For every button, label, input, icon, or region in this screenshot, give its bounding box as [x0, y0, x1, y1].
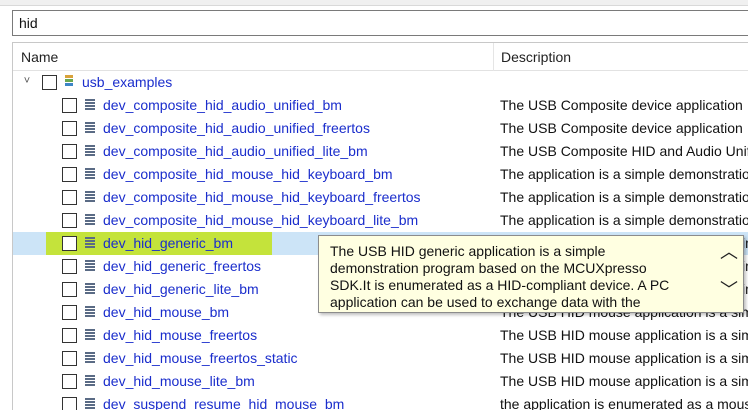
- tooltip-line: The USB HID generic application is a sim…: [330, 243, 606, 259]
- example-description: The application is a simple demonstratio…: [500, 189, 748, 205]
- tree-row[interactable]: dev_suspend_resume_hid_mouse_bm the appli…: [13, 393, 748, 410]
- top-strip: [0, 0, 748, 6]
- example-file-icon: [84, 190, 96, 203]
- example-name[interactable]: dev_suspend_resume_hid_mouse_bm: [103, 396, 344, 410]
- tooltip-line: SDK.It is enumerated as a HID-compliant …: [330, 277, 670, 293]
- row-checkbox[interactable]: [62, 328, 77, 343]
- tree-row[interactable]: dev_composite_hid_audio_unified_freertos…: [13, 117, 748, 140]
- tooltip-line: demonstration program based on the MCUXp…: [330, 260, 647, 276]
- example-file-icon: [84, 167, 96, 180]
- tree-row[interactable]: dev_composite_hid_mouse_hid_keyboard_bm T…: [13, 163, 748, 186]
- example-name[interactable]: dev_hid_generic_bm: [103, 235, 233, 251]
- scroll-down-icon[interactable]: ﹀: [719, 280, 739, 300]
- tree-row[interactable]: dev_composite_hid_audio_unified_lite_bm T…: [13, 140, 748, 163]
- row-checkbox[interactable]: [62, 144, 77, 159]
- example-description: The USB Composite device application: [500, 97, 743, 113]
- example-name[interactable]: dev_hid_mouse_bm: [103, 304, 229, 320]
- tree-header: Name Description: [13, 43, 748, 71]
- example-description: The USB Composite HID and Audio Unified: [500, 143, 748, 159]
- row-checkbox[interactable]: [62, 121, 77, 136]
- example-name[interactable]: dev_hid_mouse_lite_bm: [103, 373, 255, 389]
- example-file-icon: [84, 259, 96, 272]
- example-file-icon: [84, 351, 96, 364]
- tree-row[interactable]: dev_composite_hid_mouse_hid_keyboard_fre…: [13, 186, 748, 209]
- row-checkbox[interactable]: [62, 351, 77, 366]
- example-file-icon: [84, 144, 96, 157]
- example-file-icon: [84, 328, 96, 341]
- row-checkbox[interactable]: [62, 213, 77, 228]
- tree-row[interactable]: dev_hid_mouse_lite_bm The USB HID mouse a…: [13, 370, 748, 393]
- example-description: The USB HID mouse application is a simpl…: [500, 327, 748, 343]
- example-file-icon: [84, 98, 96, 111]
- example-name[interactable]: dev_hid_mouse_freertos_static: [103, 350, 298, 366]
- example-description: the application is enumerated as a mouse: [500, 396, 748, 410]
- row-checkbox[interactable]: [62, 282, 77, 297]
- description-tooltip: The USB HID generic application is a sim…: [318, 235, 744, 313]
- tree-group-usb-examples[interactable]: ˅ usb_examples: [13, 71, 748, 94]
- example-name[interactable]: dev_composite_hid_audio_unified_lite_bm: [103, 143, 368, 159]
- example-file-icon: [84, 282, 96, 295]
- chevron-down-icon[interactable]: ˅: [21, 74, 33, 88]
- column-separator[interactable]: [493, 43, 494, 71]
- example-name[interactable]: dev_composite_hid_mouse_hid_keyboard_bm: [103, 166, 393, 182]
- row-checkbox[interactable]: [62, 190, 77, 205]
- tree-row[interactable]: dev_composite_hid_mouse_hid_keyboard_lit…: [13, 209, 748, 232]
- example-name[interactable]: dev_composite_hid_mouse_hid_keyboard_lit…: [103, 212, 418, 228]
- scroll-up-icon[interactable]: ︿: [719, 242, 739, 262]
- example-description: The USB Composite device application: [500, 120, 743, 136]
- row-checkbox[interactable]: [62, 397, 77, 410]
- example-file-icon: [84, 305, 96, 318]
- example-name[interactable]: dev_hid_generic_lite_bm: [103, 281, 259, 297]
- project-folder-icon: [63, 75, 75, 88]
- example-description: The USB HID mouse application is a simpl…: [500, 350, 748, 366]
- tree-row[interactable]: dev_hid_mouse_freertos The USB HID mouse …: [13, 324, 748, 347]
- tree-row[interactable]: dev_hid_mouse_freertos_static The USB HID…: [13, 347, 748, 370]
- example-file-icon: [84, 121, 96, 134]
- column-header-name[interactable]: Name: [21, 49, 58, 65]
- search-box[interactable]: [12, 10, 748, 36]
- example-file-icon: [84, 236, 96, 249]
- row-checkbox[interactable]: [62, 98, 77, 113]
- example-name[interactable]: dev_hid_generic_freertos: [103, 258, 261, 274]
- row-checkbox[interactable]: [62, 236, 77, 251]
- example-file-icon: [84, 397, 96, 410]
- row-checkbox[interactable]: [62, 305, 77, 320]
- example-description: The application is a simple demonstratio…: [500, 166, 748, 182]
- tooltip-line: application can be used to exchange data…: [330, 294, 641, 310]
- example-description: The application is a simple demonstratio…: [500, 212, 748, 228]
- group-checkbox[interactable]: [42, 75, 57, 90]
- row-checkbox[interactable]: [62, 259, 77, 274]
- example-file-icon: [84, 213, 96, 226]
- tree-row[interactable]: dev_composite_hid_audio_unified_bm The US…: [13, 94, 748, 117]
- example-name[interactable]: dev_composite_hid_audio_unified_freertos: [103, 120, 370, 136]
- column-header-description[interactable]: Description: [501, 49, 571, 65]
- row-checkbox[interactable]: [62, 374, 77, 389]
- example-name[interactable]: dev_hid_mouse_freertos: [103, 327, 257, 343]
- example-name[interactable]: dev_composite_hid_audio_unified_bm: [103, 97, 342, 113]
- row-checkbox[interactable]: [62, 167, 77, 182]
- tooltip-text: The USB HID generic application is a sim…: [330, 243, 710, 311]
- example-name[interactable]: dev_composite_hid_mouse_hid_keyboard_fre…: [103, 189, 421, 205]
- example-description: The USB HID mouse application is a simpl…: [500, 373, 748, 389]
- search-input[interactable]: [13, 11, 748, 35]
- example-file-icon: [84, 374, 96, 387]
- group-label[interactable]: usb_examples: [82, 74, 172, 90]
- example-tree[interactable]: Name Description ˅ usb_examples dev_comp…: [12, 42, 748, 410]
